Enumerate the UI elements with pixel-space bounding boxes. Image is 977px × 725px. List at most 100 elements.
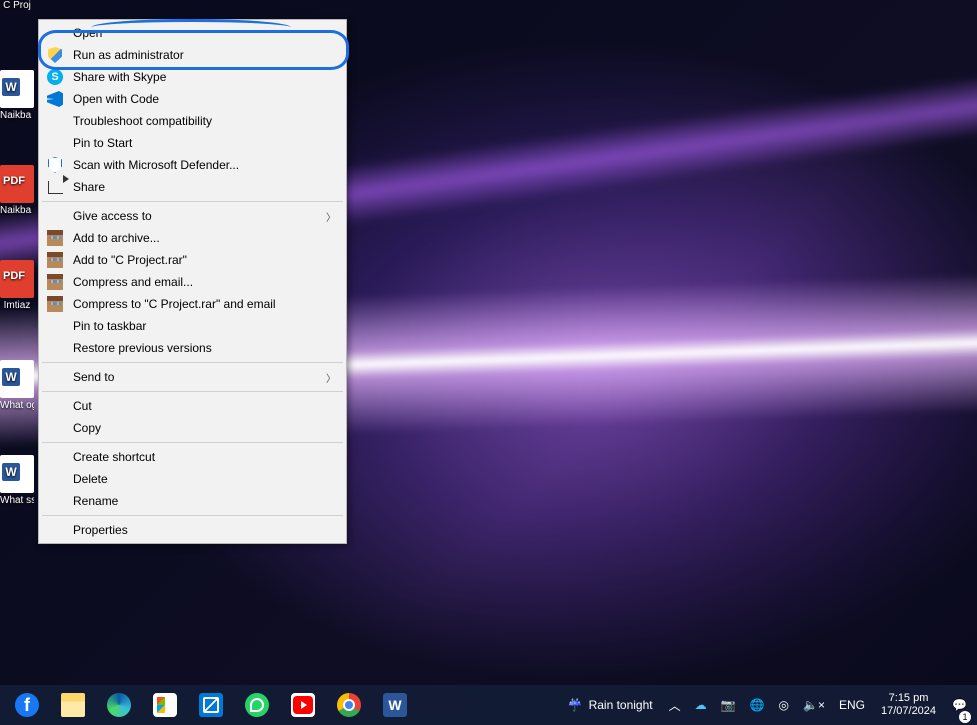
chevron-right-icon: 〉 xyxy=(326,370,336,385)
pdf-doc-icon xyxy=(0,165,34,203)
clock-date: 17/07/2024 xyxy=(881,705,936,718)
tray-network[interactable]: 🌐 xyxy=(744,685,771,725)
menu-item-icon xyxy=(45,208,65,224)
menu-item-label: Troubleshoot compatibility xyxy=(73,114,336,128)
menu-item-scan-with-microsoft-defender[interactable]: Scan with Microsoft Defender... xyxy=(41,154,344,176)
taskbar-chrome[interactable] xyxy=(326,685,372,725)
menu-item-run-as-administrator[interactable]: Run as administrator xyxy=(41,44,344,66)
menu-item-add-to-c-project-rar[interactable]: Add to "C Project.rar" xyxy=(41,249,344,271)
taskbar-facebook[interactable]: f xyxy=(4,685,50,725)
menu-item-create-shortcut[interactable]: Create shortcut xyxy=(41,446,344,468)
menu-item-share-with-skype[interactable]: Share with Skype xyxy=(41,66,344,88)
camera-icon: 📷 xyxy=(721,698,736,712)
menu-item-rename[interactable]: Rename xyxy=(41,490,344,512)
menu-item-icon xyxy=(45,471,65,487)
location-icon: ◎ xyxy=(779,698,789,712)
menu-item-copy[interactable]: Copy xyxy=(41,417,344,439)
chrome-icon xyxy=(337,693,361,717)
menu-item-icon xyxy=(45,69,65,85)
desktop-icon[interactable]: Naikba CV xyxy=(0,165,34,216)
tray-onedrive[interactable]: ☁ xyxy=(689,685,713,725)
taskbar-file-explorer[interactable] xyxy=(50,685,96,725)
desktop-icon[interactable]: Naikba CV xyxy=(0,70,34,121)
menu-item-label: Restore previous versions xyxy=(73,341,336,355)
taskbar-whatsapp[interactable] xyxy=(234,685,280,725)
menu-item-icon xyxy=(45,25,65,41)
menu-item-label: Scan with Microsoft Defender... xyxy=(73,158,336,172)
menu-item-compress-and-email[interactable]: Compress and email... xyxy=(41,271,344,293)
tray-clock[interactable]: 7:15 pm 17/07/2024 xyxy=(873,685,944,725)
clock-time: 7:15 pm xyxy=(889,692,929,705)
menu-item-restore-previous-versions[interactable]: Restore previous versions xyxy=(41,337,344,359)
menu-item-pin-to-start[interactable]: Pin to Start xyxy=(41,132,344,154)
winrar-icon xyxy=(47,274,63,290)
menu-item-icon xyxy=(45,398,65,414)
globe-icon: 🌐 xyxy=(750,698,765,712)
desktop-icon[interactable]: C Proj xyxy=(0,0,34,11)
tray-overflow[interactable]: ︿ xyxy=(663,685,687,725)
menu-item-cut[interactable]: Cut xyxy=(41,395,344,417)
desktop-icon[interactable]: What ssdon xyxy=(0,455,34,506)
menu-item-label: Run as administrator xyxy=(73,48,336,62)
menu-item-label: Cut xyxy=(73,399,336,413)
menu-item-share[interactable]: Share xyxy=(41,176,344,198)
desktop-icon[interactable]: What ogilda xyxy=(0,360,34,411)
menu-item-label: Compress to "C Project.rar" and email xyxy=(73,297,336,311)
menu-item-icon xyxy=(45,135,65,151)
menu-item-properties[interactable]: Properties xyxy=(41,519,344,541)
taskbar-mail[interactable] xyxy=(188,685,234,725)
word-doc-icon xyxy=(0,455,34,493)
menu-item-icon xyxy=(45,157,65,173)
menu-separator xyxy=(42,515,343,516)
taskbar-word[interactable]: W xyxy=(372,685,418,725)
menu-item-label: Give access to xyxy=(73,209,326,223)
menu-item-label: Create shortcut xyxy=(73,450,336,464)
weather-text: Rain tonight xyxy=(589,698,653,712)
word-doc-icon xyxy=(0,360,34,398)
menu-item-send-to[interactable]: Send to〉 xyxy=(41,366,344,388)
menu-item-label: Compress and email... xyxy=(73,275,336,289)
menu-item-icon xyxy=(45,296,65,312)
menu-item-icon xyxy=(45,369,65,385)
tray-location[interactable]: ◎ xyxy=(773,685,795,725)
cloud-icon: ☁ xyxy=(695,698,707,712)
taskbar-weather[interactable]: ☔ Rain tonight xyxy=(558,698,663,712)
menu-separator xyxy=(42,201,343,202)
tray-language[interactable]: ENG xyxy=(833,685,871,725)
menu-item-icon xyxy=(45,179,65,195)
menu-item-icon xyxy=(45,449,65,465)
menu-item-label: Share with Skype xyxy=(73,70,336,84)
tray-meet-now[interactable]: 📷 xyxy=(715,685,742,725)
menu-item-icon xyxy=(45,91,65,107)
menu-item-pin-to-taskbar[interactable]: Pin to taskbar xyxy=(41,315,344,337)
menu-item-icon xyxy=(45,252,65,268)
menu-item-open[interactable]: Open xyxy=(41,22,344,44)
menu-item-icon xyxy=(45,522,65,538)
menu-item-open-with-code[interactable]: Open with Code xyxy=(41,88,344,110)
menu-item-label: Pin to taskbar xyxy=(73,319,336,333)
menu-item-add-to-archive[interactable]: Add to archive... xyxy=(41,227,344,249)
menu-item-icon xyxy=(45,340,65,356)
edge-icon xyxy=(107,693,131,717)
taskbar-edge[interactable] xyxy=(96,685,142,725)
taskbar-youtube[interactable] xyxy=(280,685,326,725)
taskbar-ms-store[interactable] xyxy=(142,685,188,725)
share-icon xyxy=(48,181,63,194)
menu-item-icon xyxy=(45,47,65,63)
context-menu: Open Run as administrator Share with Skype… xyxy=(38,19,347,544)
word-doc-icon xyxy=(0,70,34,108)
menu-item-delete[interactable]: Delete xyxy=(41,468,344,490)
menu-item-icon xyxy=(45,274,65,290)
language-label: ENG xyxy=(839,698,865,712)
weather-icon: ☔ xyxy=(568,698,583,712)
menu-item-label: Add to "C Project.rar" xyxy=(73,253,336,267)
tray-notifications[interactable]: 💬 xyxy=(946,685,973,725)
tray-volume[interactable]: 🔈× xyxy=(797,685,831,725)
system-tray: ︿ ☁ 📷 🌐 ◎ 🔈× ENG 7:15 pm 17/07/2024 💬 xyxy=(663,685,973,725)
desktop-icon[interactable]: Imtiaz xyxy=(0,260,34,311)
menu-item-troubleshoot-compatibility[interactable]: Troubleshoot compatibility xyxy=(41,110,344,132)
menu-item-give-access-to[interactable]: Give access to〉 xyxy=(41,205,344,227)
menu-item-icon xyxy=(45,420,65,436)
skype-icon xyxy=(47,69,63,85)
menu-item-compress-to-c-project-rar-and-email[interactable]: Compress to "C Project.rar" and email xyxy=(41,293,344,315)
